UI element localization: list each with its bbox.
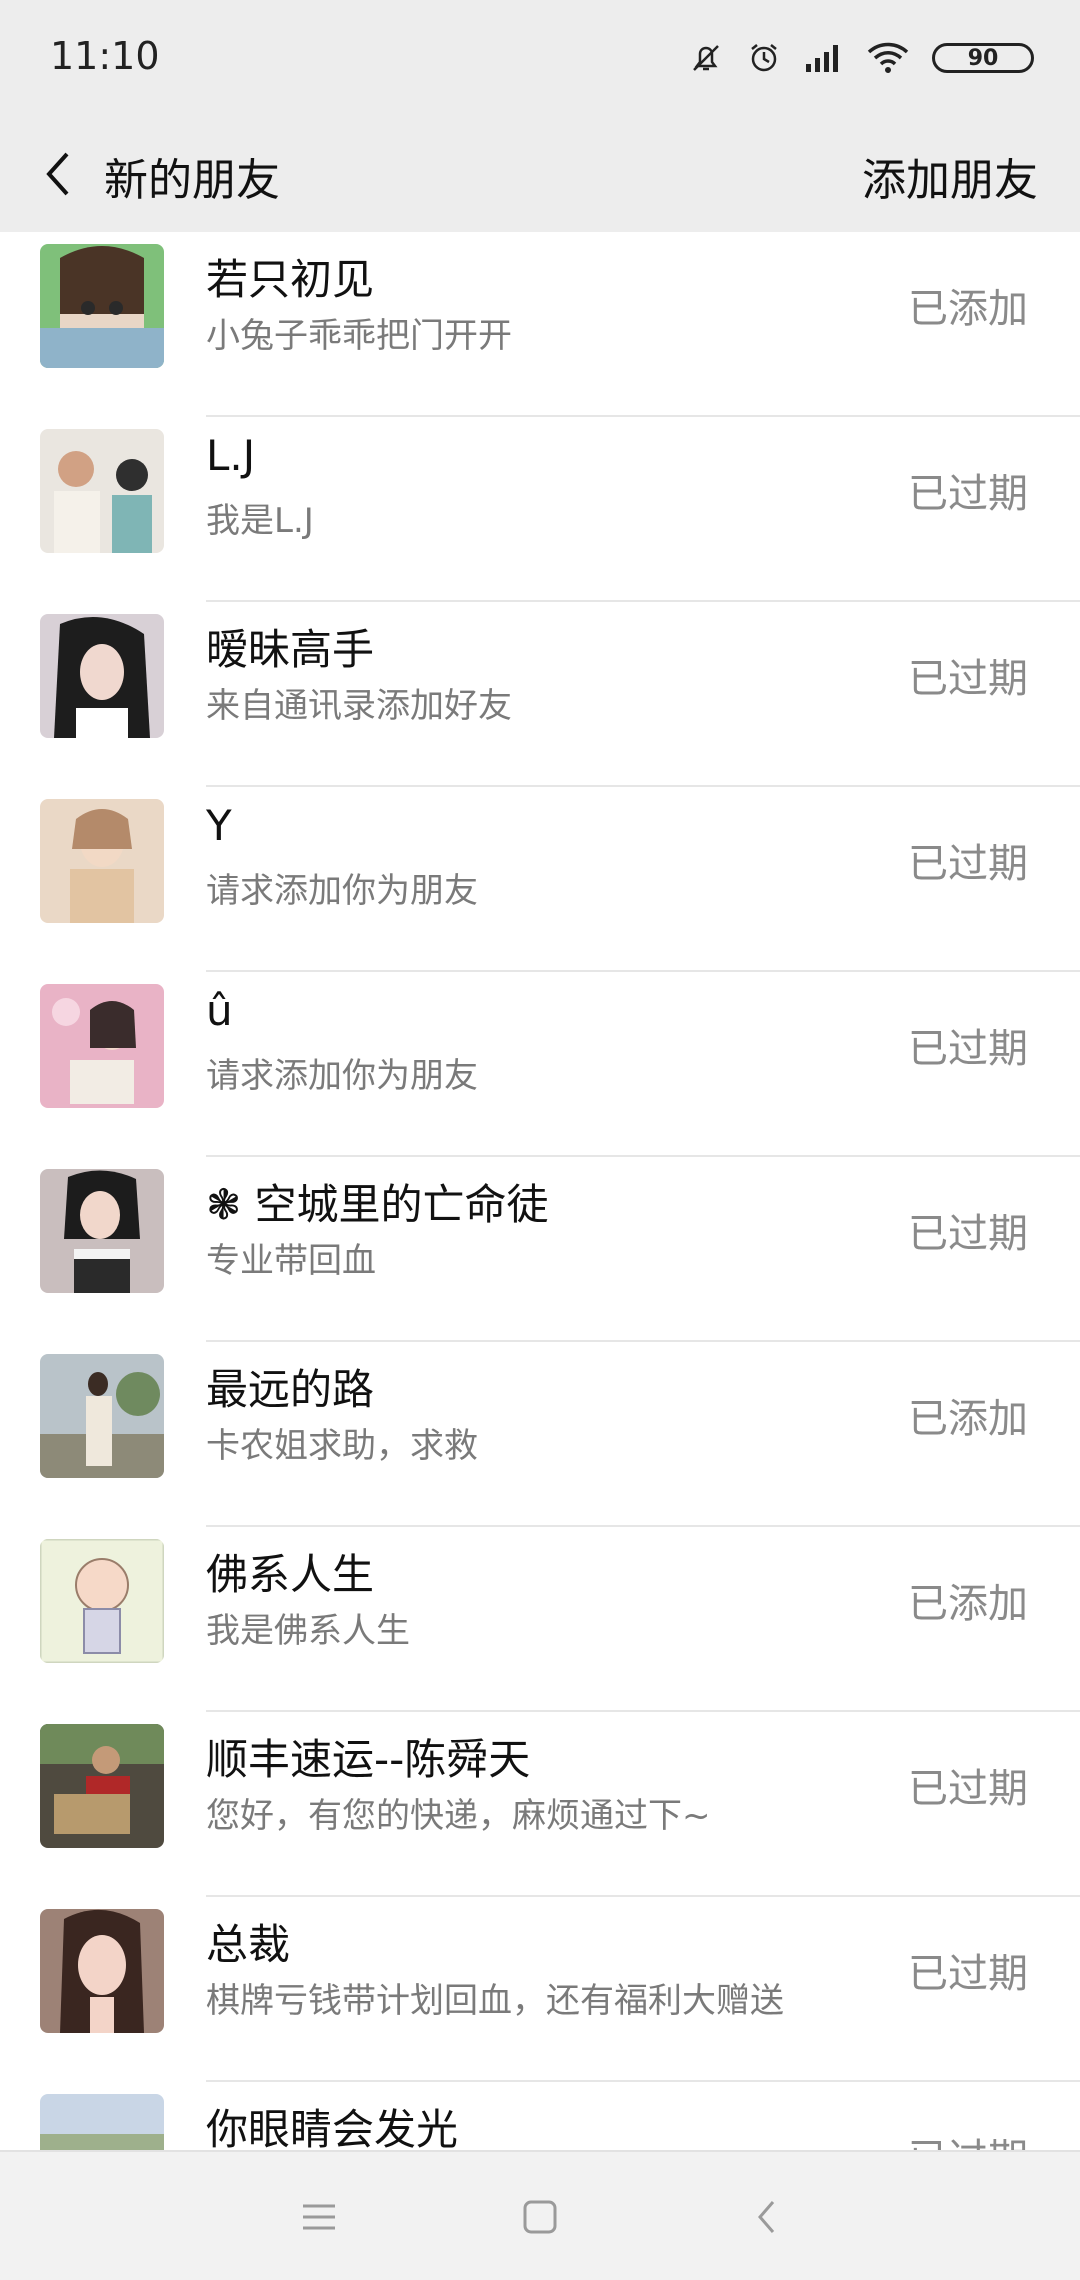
list-item[interactable]: 若只初见 小兔子乖乖把门开开 已添加 (0, 232, 1080, 417)
status-icons: 90 (688, 32, 1034, 84)
avatar (40, 1724, 164, 1848)
new-friends-list: 若只初见 小兔子乖乖把门开开 已添加 L.J 我是L.J 已过期 暧昧高手 来自… (0, 232, 1080, 2150)
contact-name: ❃ 空城里的亡命徒 (206, 1180, 549, 1229)
request-message: 我是L.J (206, 501, 314, 541)
status-time: 11:10 (50, 34, 160, 78)
contact-name: Y (206, 801, 232, 850)
avatar (40, 1169, 164, 1293)
request-message: 您好，有您的快递，麻烦通过下~ (206, 1796, 711, 1836)
avatar (40, 1539, 164, 1663)
request-message: 请求添加你为朋友 (206, 871, 478, 911)
status-label: 已过期 (908, 2126, 1028, 2150)
request-message: 小兔子乖乖把门开开 (206, 316, 512, 356)
back-icon[interactable] (742, 2192, 792, 2242)
status-label: 已过期 (908, 841, 1028, 887)
contact-name: 最远的路 (206, 1365, 375, 1414)
list-item[interactable]: 最远的路 卡农姐求助，求救 已添加 (0, 1342, 1080, 1527)
contact-name: 你眼睛会发光 (206, 2105, 459, 2150)
alarm-icon (746, 40, 782, 76)
list-item[interactable]: 暧昧高手 来自通讯录添加好友 已过期 (0, 602, 1080, 787)
avatar (40, 1909, 164, 2033)
request-message: 棋牌亏钱带计划回血，还有福利大赠送 (206, 1981, 784, 2021)
contact-name: 佛系人生 (206, 1550, 375, 1599)
contact-name: 若只初见 (206, 255, 375, 304)
request-message: 我是佛系人生 (206, 1611, 410, 1651)
request-message: 请求添加你为朋友 (206, 1056, 478, 1096)
list-item[interactable]: L.J 我是L.J 已过期 (0, 417, 1080, 602)
avatar (40, 614, 164, 738)
list-item[interactable]: 佛系人生 我是佛系人生 已添加 (0, 1527, 1080, 1712)
avatar (40, 1354, 164, 1478)
back-arrow-icon[interactable] (30, 146, 86, 202)
add-friend-button[interactable]: 添加朋友 (862, 144, 1038, 208)
request-message: 来自通讯录添加好友 (206, 686, 512, 726)
system-nav-bar (0, 2150, 1080, 2280)
request-message: 卡农姐求助，求救 (206, 1426, 478, 1466)
avatar (40, 2094, 164, 2150)
list-item[interactable]: 你眼睛会发光 已过期 (0, 2082, 1080, 2150)
mute-bell-icon (688, 40, 724, 76)
list-item[interactable]: 顺丰速运--陈舜天 您好，有您的快递，麻烦通过下~ 已过期 (0, 1712, 1080, 1897)
avatar (40, 244, 164, 368)
home-icon[interactable] (515, 2192, 565, 2242)
avatar (40, 984, 164, 1108)
wifi-icon (866, 41, 910, 75)
contact-name: 暧昧高手 (206, 625, 375, 674)
list-item[interactable]: û 请求添加你为朋友 已过期 (0, 972, 1080, 1157)
status-label: 已添加 (908, 1581, 1028, 1627)
menu-icon[interactable] (294, 2192, 344, 2242)
list-item[interactable]: ❃ 空城里的亡命徒 专业带回血 已过期 (0, 1157, 1080, 1342)
status-label: 已过期 (908, 471, 1028, 517)
contact-name: L.J (206, 431, 256, 480)
battery-icon: 90 (932, 43, 1034, 73)
signal-icon (804, 42, 844, 74)
status-label: 已过期 (908, 1026, 1028, 1072)
nav-bar: 新的朋友 添加朋友 (0, 116, 1080, 232)
status-label: 已添加 (908, 286, 1028, 332)
list-item[interactable]: Y 请求添加你为朋友 已过期 (0, 787, 1080, 972)
status-label: 已过期 (908, 1951, 1028, 1997)
avatar (40, 799, 164, 923)
status-bar: 11:10 90 (0, 0, 1080, 116)
request-message: 专业带回血 (206, 1241, 376, 1281)
status-label: 已过期 (908, 1766, 1028, 1812)
avatar (40, 429, 164, 553)
list-item[interactable]: 总裁 棋牌亏钱带计划回血，还有福利大赠送 已过期 (0, 1897, 1080, 2082)
status-label: 已过期 (908, 1211, 1028, 1257)
contact-name: 顺丰速运--陈舜天 (206, 1735, 531, 1784)
page-title: 新的朋友 (104, 155, 280, 206)
contact-name: 总裁 (206, 1920, 291, 1969)
status-label: 已添加 (908, 1396, 1028, 1442)
contact-name: û (206, 986, 233, 1035)
status-label: 已过期 (908, 656, 1028, 702)
